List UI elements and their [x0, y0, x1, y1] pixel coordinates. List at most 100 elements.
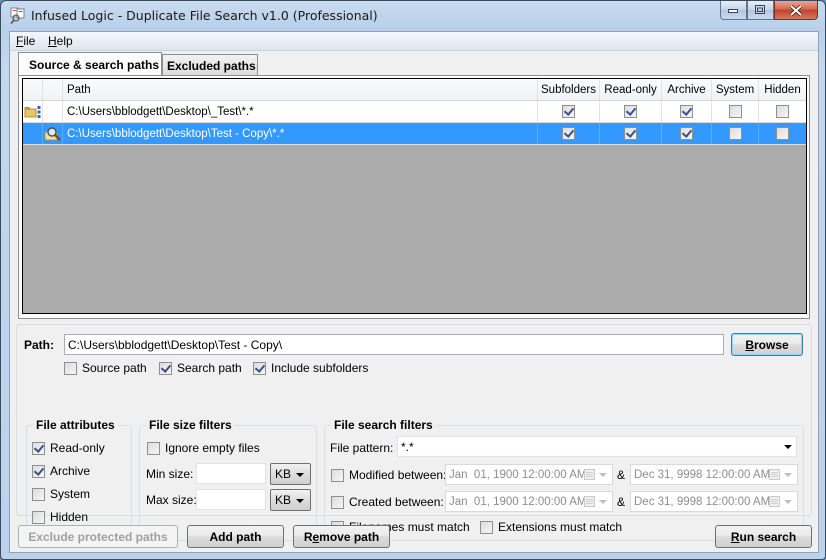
source-path-checkbox[interactable]: Source path [64, 361, 147, 375]
grid-header: Path Subfolders Read-only Archive System… [23, 79, 806, 101]
header-readonly[interactable]: Read-only [600, 79, 662, 100]
exclude-protected-paths-button[interactable]: Exclude protected paths [18, 525, 178, 548]
modified-between-label: Modified between: [349, 468, 447, 482]
file-search-filters-group: File search filters File pattern: *.* Mo… [324, 418, 804, 541]
source-path-box[interactable] [64, 361, 77, 375]
row-path: C:\Users\bblodgett\Desktop\_Test\*.* [63, 101, 538, 122]
min-size-unit-select[interactable]: KB [270, 463, 311, 485]
max-size-unit-select[interactable]: KB [270, 489, 311, 511]
row-subfolders-checkbox[interactable] [562, 105, 575, 118]
row-archive-checkbox[interactable] [680, 127, 693, 140]
file-attributes-group: File attributes Read-only Archive System… [26, 418, 132, 541]
table-row[interactable]: C:\Users\bblodgett\Desktop\_Test\*.* [23, 101, 806, 123]
attr-archive-checkbox[interactable]: Archive [32, 464, 90, 478]
tab-excluded-paths[interactable]: Excluded paths [162, 54, 258, 75]
minimize-button[interactable] [720, 1, 747, 20]
modified-between-checkbox[interactable]: Modified between: [331, 468, 446, 482]
attr-system-checkbox[interactable]: System [32, 487, 90, 501]
row-hidden-checkbox[interactable] [776, 105, 789, 118]
attr-readonly-checkbox[interactable]: Read-only [32, 441, 105, 455]
menu-file-label: ile [23, 34, 36, 48]
title-bar[interactable]: Infused Logic - Duplicate File Search v1… [1, 1, 825, 31]
include-subfolders-checkbox[interactable]: Include subfolders [253, 361, 368, 375]
remove-path-button[interactable]: Re move path [293, 525, 390, 548]
row-archive-checkbox[interactable] [680, 105, 693, 118]
modified-and-label: & [617, 468, 626, 482]
run-search-button[interactable]: Run search [715, 525, 812, 548]
created-between-checkbox[interactable]: Created between: [331, 495, 444, 509]
attr-archive-box[interactable] [32, 464, 45, 478]
file-pattern-combo[interactable]: *.* [397, 436, 797, 457]
extensions-must-match-checkbox[interactable]: Extensions must match [480, 520, 622, 534]
menu-help[interactable]: Help [48, 34, 73, 48]
modified-between-box[interactable] [331, 468, 344, 482]
maximize-button[interactable] [747, 1, 774, 20]
header-hidden[interactable]: Hidden [759, 79, 806, 100]
modified-to-value: Dec 31, 9998 12:00:00 AM [634, 469, 771, 481]
modified-from-date[interactable]: Jan 01, 1900 12:00:00 AM [445, 464, 613, 485]
paths-grid: Path Subfolders Read-only Archive System… [22, 78, 807, 314]
ignore-empty-box[interactable] [147, 441, 160, 455]
browse-button[interactable]: Browse [731, 333, 803, 356]
header-path[interactable]: Path [63, 79, 538, 100]
header-type-col [43, 79, 63, 100]
row-icon-cell [23, 123, 43, 144]
row-readonly-cell [600, 101, 662, 122]
include-subfolders-label: Include subfolders [271, 361, 369, 375]
header-icon-col [23, 79, 43, 100]
chevron-down-icon [599, 500, 607, 504]
path-input[interactable]: C:\Users\bblodgett\Desktop\Test - Copy\ [64, 334, 724, 355]
created-between-box[interactable] [331, 495, 344, 509]
row-system-checkbox[interactable] [728, 105, 742, 118]
attr-readonly-label: Read-only [50, 441, 105, 455]
row-system-cell [712, 123, 759, 144]
row-hidden-cell [759, 123, 806, 144]
row-type-cell [43, 101, 63, 122]
add-path-button[interactable]: Add path [187, 525, 284, 548]
row-system-checkbox[interactable] [728, 127, 742, 140]
search-path-box[interactable] [159, 361, 172, 375]
menu-help-label: elp [56, 34, 73, 48]
include-subfolders-box[interactable] [253, 361, 266, 375]
row-subfolders-checkbox[interactable] [562, 127, 575, 140]
menu-file[interactable]: File [16, 34, 35, 48]
created-from-date[interactable]: Jan 01, 1900 12:00:00 AM [445, 491, 613, 512]
row-subfolders-cell [538, 123, 600, 144]
row-readonly-checkbox[interactable] [624, 105, 637, 118]
row-readonly-checkbox[interactable] [624, 127, 637, 140]
file-attributes-title: File attributes [33, 418, 118, 432]
modified-to-date[interactable]: Dec 31, 9998 12:00:00 AM [630, 464, 798, 485]
menu-help-mnemonic: H [48, 34, 57, 48]
table-row-selected[interactable]: C:\Users\bblodgett\Desktop\Test - Copy\*… [23, 123, 806, 145]
row-hidden-checkbox[interactable] [776, 127, 789, 140]
header-system[interactable]: System [712, 79, 759, 100]
maximize-icon [755, 5, 765, 14]
path-options-panel: Path: C:\Users\bblodgett\Desktop\Test - … [16, 324, 812, 541]
search-path-checkbox[interactable]: Search path [159, 361, 242, 375]
header-archive[interactable]: Archive [662, 79, 712, 100]
created-to-date[interactable]: Dec 31, 9998 12:00:00 AM [630, 491, 798, 512]
client-area: File Help Source & search paths Excluded… [9, 31, 819, 553]
attr-hidden-box[interactable] [32, 510, 45, 524]
extensions-match-box[interactable] [480, 520, 493, 534]
row-readonly-cell [600, 123, 662, 144]
min-size-label: Min size: [146, 467, 194, 481]
file-size-filters-group: File size filters Ignore empty files Min… [139, 418, 317, 541]
min-size-input[interactable] [196, 463, 266, 484]
attr-hidden-checkbox[interactable]: Hidden [32, 510, 88, 524]
max-size-input[interactable] [196, 489, 266, 510]
modified-from-value: Jan 01, 1900 12:00:00 AM [449, 469, 587, 481]
attr-system-box[interactable] [32, 487, 45, 501]
run-search-mnemonic: R [730, 529, 740, 544]
run-search-label: un search [739, 529, 797, 544]
header-subfolders[interactable]: Subfolders [538, 79, 600, 100]
source-path-label: Source path [82, 361, 147, 375]
ignore-empty-files-checkbox[interactable]: Ignore empty files [147, 441, 260, 455]
row-archive-cell [662, 123, 712, 144]
tab-source-search-paths[interactable]: Source & search paths [18, 52, 162, 75]
chevron-down-icon [784, 473, 792, 477]
attr-readonly-box[interactable] [32, 441, 45, 455]
file-search-filters-title: File search filters [331, 418, 436, 432]
close-button[interactable] [774, 1, 818, 20]
created-and-label: & [617, 495, 626, 509]
